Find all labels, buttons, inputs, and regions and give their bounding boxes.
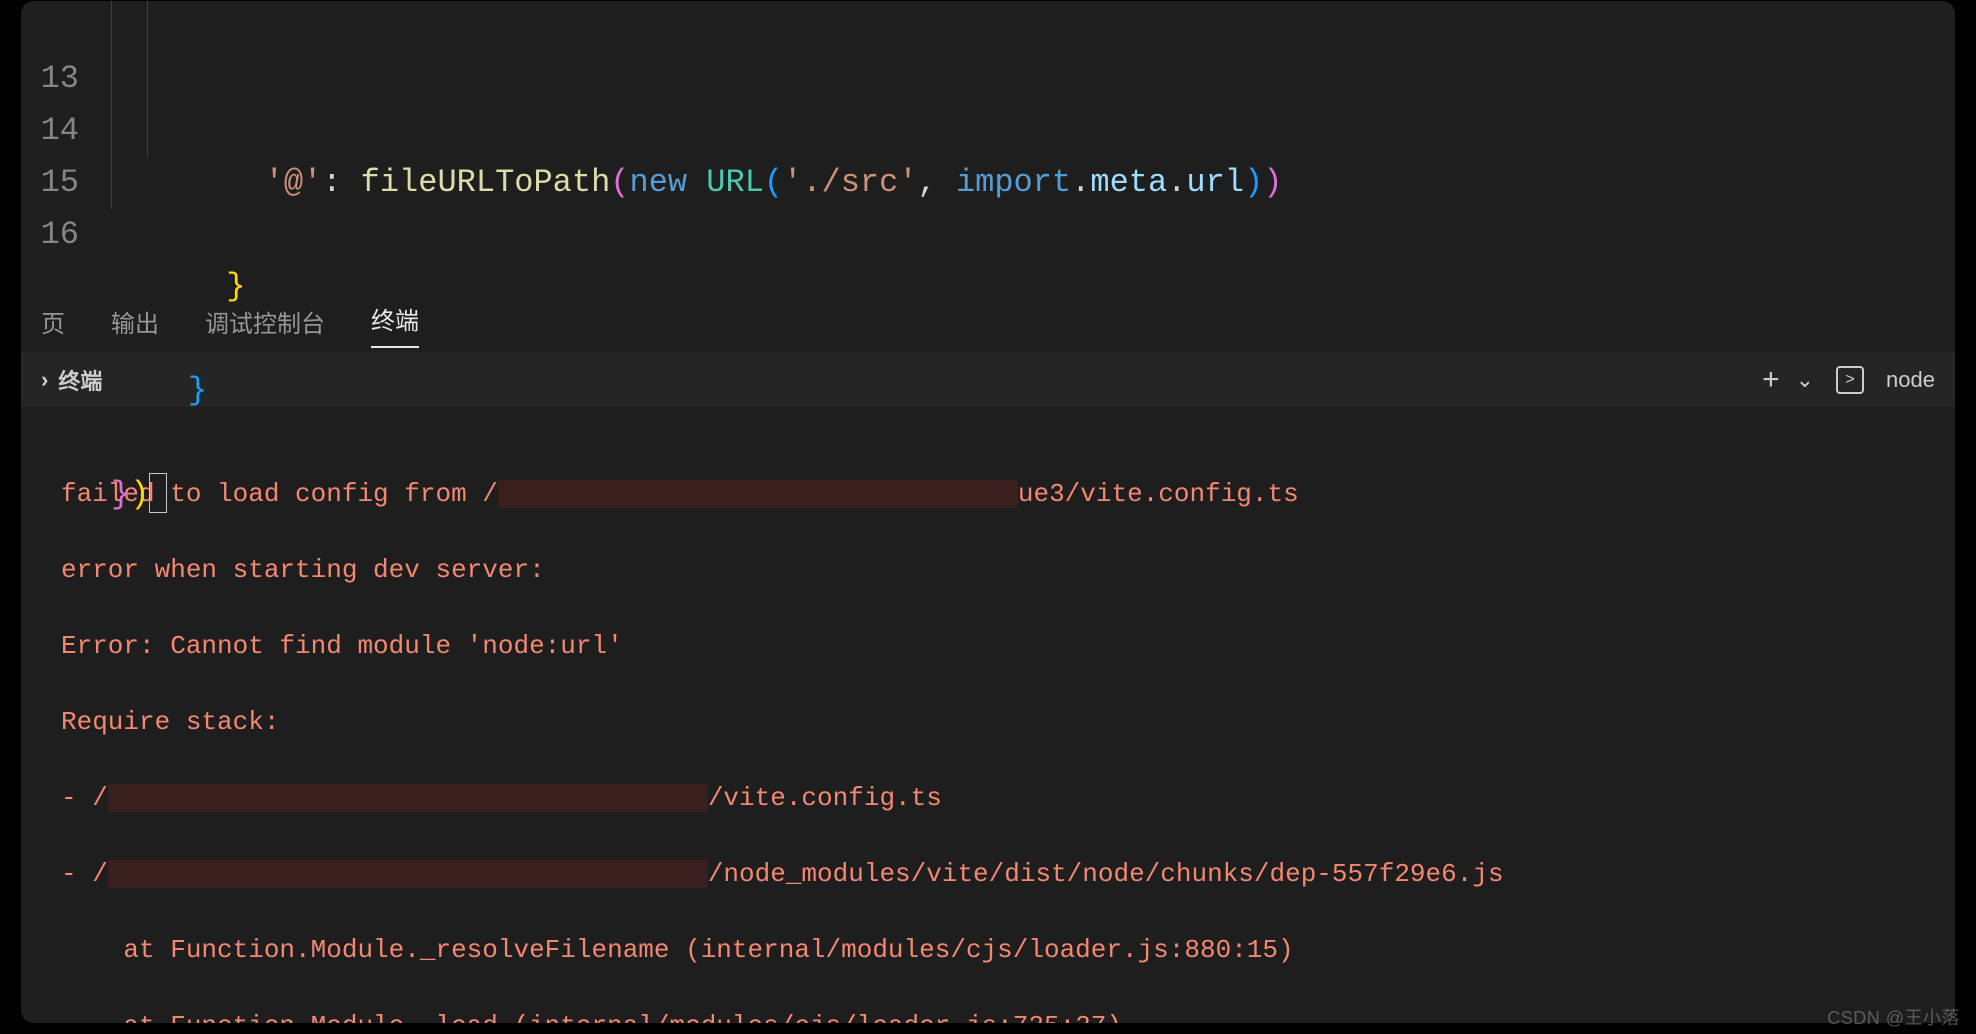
terminal-line: at Function.Module._resolveFilename (int… bbox=[61, 931, 1935, 969]
code-line bbox=[111, 573, 1955, 625]
line-number: 14 bbox=[21, 105, 79, 157]
chevron-right-icon[interactable]: › bbox=[41, 367, 48, 393]
code-content[interactable]: '@': fileURLToPath(new URL('./src', impo… bbox=[111, 1, 1955, 291]
terminal-line: at Function.Module._load (internal/modul… bbox=[61, 1007, 1935, 1024]
code-line: '@': fileURLToPath(new URL('./src', impo… bbox=[111, 157, 1955, 209]
watermark: CSDN @王小落 bbox=[1827, 1004, 1960, 1030]
terminal-line: - //node_modules/vite/dist/node/chunks/d… bbox=[61, 855, 1935, 893]
code-line: } bbox=[111, 365, 1955, 417]
line-number-gutter: 13 14 15 16 bbox=[21, 1, 111, 291]
redacted-path bbox=[108, 784, 708, 812]
tab-problems[interactable]: 页 bbox=[41, 298, 65, 345]
line-number bbox=[21, 1, 79, 53]
line-number: 16 bbox=[21, 209, 79, 261]
redacted-path bbox=[108, 860, 708, 888]
editor-area[interactable]: 13 14 15 16 '@': fileURLToPath(new URL('… bbox=[21, 1, 1955, 291]
line-number: 15 bbox=[21, 157, 79, 209]
code-line: } bbox=[111, 261, 1955, 313]
code-line: }) bbox=[111, 469, 1955, 521]
terminal-title: 终端 bbox=[58, 364, 102, 396]
terminal-line: - //vite.config.ts bbox=[61, 779, 1935, 817]
cursor bbox=[149, 473, 167, 513]
vscode-window: 13 14 15 16 '@': fileURLToPath(new URL('… bbox=[20, 0, 1956, 1024]
line-number: 13 bbox=[21, 53, 79, 105]
